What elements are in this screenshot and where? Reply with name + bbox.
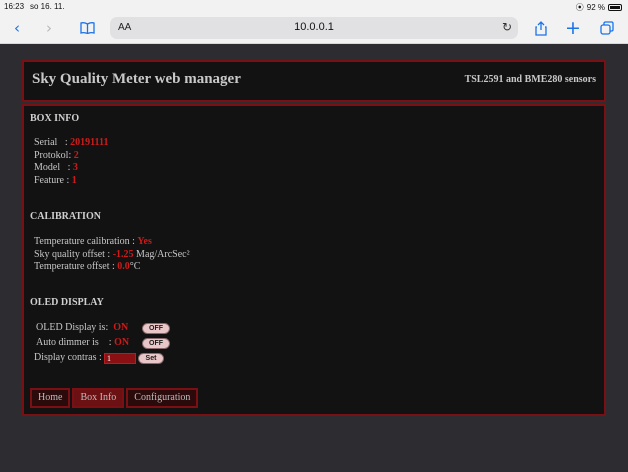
model-row: Model : 3 <box>34 162 78 173</box>
page-title: Sky Quality Meter web manager <box>32 71 241 87</box>
nav-configuration-button[interactable]: Configuration <box>126 388 199 408</box>
tabs-icon[interactable] <box>596 17 618 39</box>
sky-offset-value: -1.25 <box>112 249 134 260</box>
contrast-label: Display contras : <box>34 352 105 363</box>
oled-display-state: ON <box>113 322 129 333</box>
temp-calibration-row: Temperature calibration : Yes <box>34 236 152 247</box>
auto-dimmer-state: ON <box>114 337 130 348</box>
url-text[interactable]: 10.0.0.1 <box>110 21 518 33</box>
calibration-title: CALIBRATION <box>30 211 101 222</box>
feature-row: Feature : 1 <box>34 175 77 186</box>
feature-label: Feature : <box>34 175 72 186</box>
status-right: ⦿ 92 % <box>576 2 622 13</box>
contrast-set-button[interactable]: Set <box>138 353 164 364</box>
temp-offset-value: 0.0 <box>117 261 130 272</box>
address-bar[interactable]: AA 10.0.0.1 ↻ <box>110 17 518 39</box>
bookmarks-icon[interactable] <box>76 17 98 39</box>
feature-value: 1 <box>71 175 77 186</box>
location-icon: ⦿ <box>575 3 584 12</box>
auto-dimmer-off-button[interactable]: OFF <box>142 338 170 349</box>
status-date: so 16. 11. <box>30 2 65 11</box>
model-value: 3 <box>72 162 78 173</box>
auto-dimmer-label: Auto dimmer is : <box>36 337 112 348</box>
status-time: 16:23 <box>4 2 25 11</box>
temp-calibration-label: Temperature calibration : <box>34 236 138 247</box>
model-label: Model : <box>34 162 73 173</box>
page-nav: Home Box Info Configuration <box>30 388 199 408</box>
box-info-title: BOX INFO <box>30 113 80 124</box>
temp-offset-unit: °C <box>129 261 141 272</box>
browser-toolbar: ‹ › AA 10.0.0.1 ↻ + <box>0 13 628 44</box>
protokol-row: Protokol: 2 <box>34 150 79 161</box>
back-icon[interactable]: ‹ <box>6 17 28 39</box>
contrast-row: Display contras : <box>34 352 104 363</box>
page-subtitle: TSL2591 and BME280 sensors <box>464 74 596 85</box>
status-bar: 16:23 so 16. 11. ⦿ 92 % <box>0 0 628 13</box>
sky-offset-label: Sky quality offset : <box>34 249 113 260</box>
oled-off-button[interactable]: OFF <box>142 323 170 334</box>
contrast-input[interactable] <box>104 353 136 364</box>
battery-percent: 92 % <box>586 3 605 12</box>
auto-dimmer-row: Auto dimmer is : ON <box>36 337 129 348</box>
serial-label: Serial : <box>34 137 71 148</box>
oled-title: OLED DISPLAY <box>30 297 104 308</box>
nav-home-button[interactable]: Home <box>30 388 71 408</box>
serial-value: 20191111 <box>70 137 109 148</box>
temp-offset-label: Temperature offset : <box>34 261 118 272</box>
forward-icon[interactable]: › <box>38 17 60 39</box>
protokol-label: Protokol: <box>34 150 74 161</box>
serial-row: Serial : 20191111 <box>34 137 108 148</box>
sky-offset-unit: Mag/ArcSec² <box>133 249 190 260</box>
battery-icon <box>608 4 622 11</box>
page-header: Sky Quality Meter web manager TSL2591 an… <box>22 60 606 102</box>
temp-calibration-value: Yes <box>137 236 152 247</box>
protokol-value: 2 <box>73 150 79 161</box>
nav-box-info-button[interactable]: Box Info <box>72 388 125 408</box>
sky-offset-row: Sky quality offset : -1.25 Mag/ArcSec² <box>34 249 190 260</box>
new-tab-icon[interactable]: + <box>562 17 584 39</box>
main-panel: BOX INFO Serial : 20191111 Protokol: 2 M… <box>22 104 606 416</box>
share-icon[interactable] <box>530 17 552 39</box>
oled-display-label: OLED Display is: <box>36 322 109 333</box>
reload-icon[interactable]: ↻ <box>502 20 512 34</box>
oled-display-row: OLED Display is: ON <box>36 322 128 333</box>
temp-offset-row: Temperature offset : 0.0°C <box>34 261 140 272</box>
